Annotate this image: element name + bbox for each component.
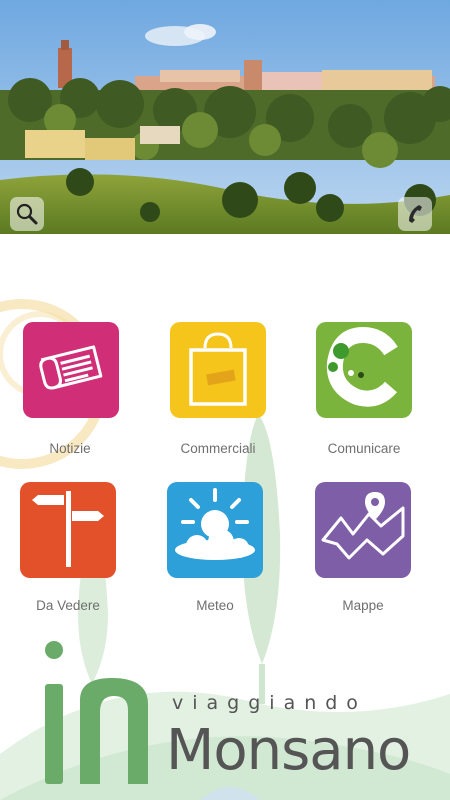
tile-label-da-vedere: Da Vedere bbox=[36, 598, 100, 613]
map-pin-icon bbox=[319, 488, 407, 573]
tile-label-meteo: Meteo bbox=[196, 598, 234, 613]
town-landscape-image bbox=[0, 0, 450, 234]
phone-icon bbox=[409, 205, 422, 223]
tile-label-commerciali: Commerciali bbox=[180, 441, 256, 456]
signpost-icon bbox=[28, 485, 108, 576]
tile-label-notizie: Notizie bbox=[49, 441, 91, 456]
brand-tagline: viaggiando bbox=[172, 692, 367, 714]
tile-notizie[interactable] bbox=[23, 322, 119, 418]
tile-label-comunicare: Comunicare bbox=[327, 441, 401, 456]
tile-commerciali[interactable] bbox=[170, 322, 266, 418]
tile-da-vedere[interactable] bbox=[20, 482, 116, 578]
brand-name: Monsano bbox=[166, 718, 411, 783]
shopping-bag-icon bbox=[183, 328, 253, 413]
search-button[interactable] bbox=[10, 197, 44, 231]
sun-cloud-icon bbox=[169, 482, 261, 579]
tile-comunicare[interactable] bbox=[316, 322, 412, 418]
newspaper-icon bbox=[30, 327, 112, 414]
tile-label-mappe: Mappe bbox=[342, 598, 384, 613]
search-icon bbox=[16, 203, 38, 225]
brand-logo-in bbox=[45, 641, 148, 784]
header-photo bbox=[0, 0, 450, 234]
call-button[interactable] bbox=[398, 197, 432, 231]
tile-mappe[interactable] bbox=[315, 482, 411, 578]
chat-c-icon bbox=[321, 325, 407, 416]
tile-meteo[interactable] bbox=[167, 482, 263, 578]
